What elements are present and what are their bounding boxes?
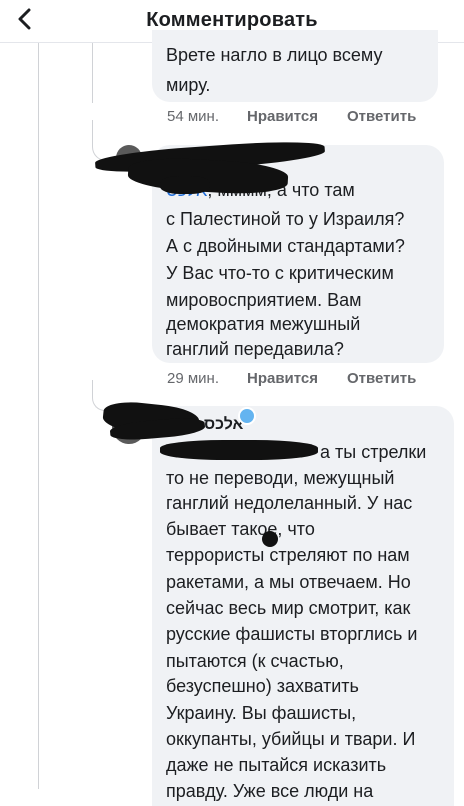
comment-text: У Вас что-то с критическим bbox=[166, 263, 394, 283]
comment-text: ганглий передавила? bbox=[166, 339, 344, 359]
comment-text: миру. bbox=[166, 75, 211, 95]
comment-time: 54 мин. bbox=[167, 108, 219, 125]
comment-actions: 54 мин. Нравится Ответить bbox=[167, 108, 416, 125]
comment-bubble: Врете нагло в лицо всему миру. bbox=[152, 30, 438, 102]
comment-text: даже не пытайся исказить bbox=[166, 755, 387, 775]
thread-line bbox=[92, 43, 93, 103]
comment-text: Врете нагло в лицо всему bbox=[166, 45, 383, 65]
like-button[interactable]: Нравится bbox=[247, 370, 347, 387]
comment-text: правду. Уже все люди на bbox=[166, 781, 374, 801]
comment-text: с Палестиной то у Израиля? bbox=[166, 209, 405, 229]
comment-text: террористы стреляют по нам bbox=[166, 545, 410, 565]
comment-text: Украину. Вы фашисты, bbox=[166, 703, 357, 723]
redaction-mark bbox=[160, 440, 318, 460]
comment-text: сейчас весь мир смотрит, как bbox=[166, 598, 411, 618]
comment-text: демократия межушный bbox=[166, 314, 361, 334]
comment-text: пытаются (к счастью, bbox=[166, 651, 344, 671]
redaction-dot bbox=[262, 531, 278, 547]
comment-text: бывает такое, что bbox=[166, 519, 315, 539]
online-status-icon bbox=[238, 407, 256, 425]
comment-text: ракетами, а мы отвечаем. Но bbox=[166, 572, 411, 592]
comment-text: А с двойными стандартами? bbox=[166, 236, 405, 256]
comment-text: ганглий недолеланный. У нас bbox=[166, 493, 413, 513]
like-button[interactable]: Нравится bbox=[247, 108, 347, 125]
reply-button[interactable]: Ответить bbox=[347, 108, 416, 125]
comment-bubble: אלכס а ты стрелки то не переводи, межущн… bbox=[152, 406, 454, 806]
comment-text: мировосприятием. Вам bbox=[166, 290, 362, 310]
comment-text: безуспешно) захватить bbox=[166, 676, 359, 696]
comment-text: оккупанты, убийцы и твари. И bbox=[166, 729, 416, 749]
comment-text: а ты стрелки bbox=[320, 442, 427, 462]
redaction-mark bbox=[160, 176, 210, 194]
thread-line bbox=[38, 43, 39, 789]
comment-time: 29 мин. bbox=[167, 370, 219, 387]
comment-actions: 29 мин. Нравится Ответить bbox=[167, 370, 416, 387]
thread-connector bbox=[92, 380, 105, 411]
comment-text: то не переводи, межущный bbox=[166, 468, 395, 488]
comment-text: русские фашисты вторглись и bbox=[166, 624, 418, 644]
reply-button[interactable]: Ответить bbox=[347, 370, 416, 387]
page-title: Комментировать bbox=[146, 9, 318, 31]
